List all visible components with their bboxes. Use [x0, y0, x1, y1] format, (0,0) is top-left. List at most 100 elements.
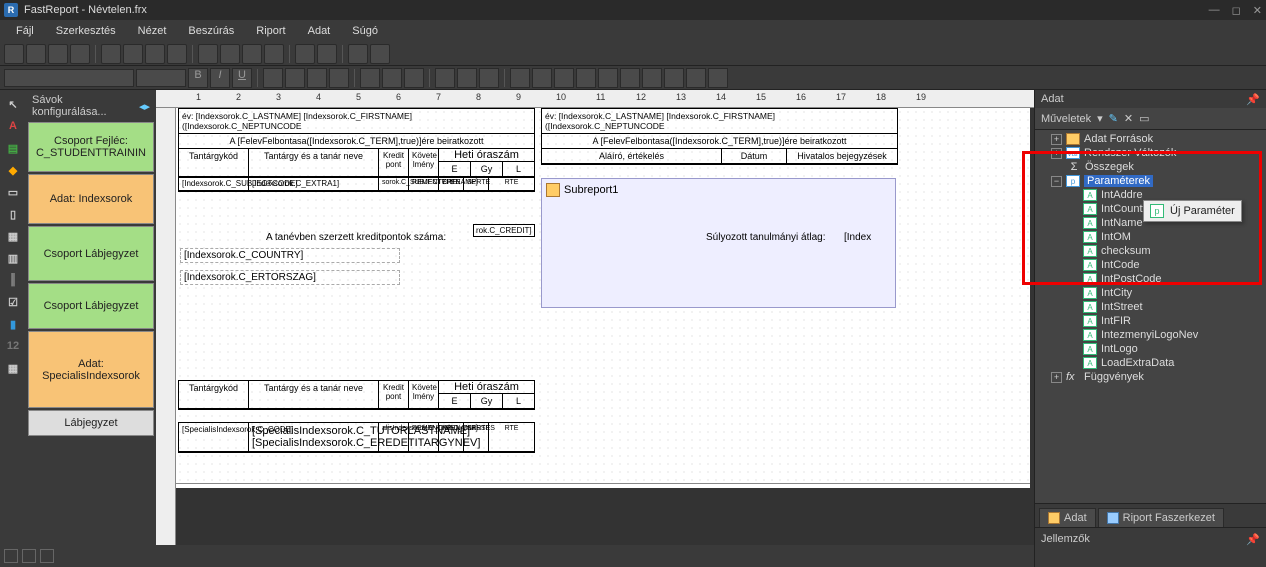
page-setup-button[interactable] [167, 44, 187, 64]
tree-param-4[interactable]: Achecksum [1037, 244, 1264, 258]
data-row-left[interactable]: [Indexsorok.C_SUBJECTCODE] [Indexsorok.C… [178, 176, 535, 192]
new-page-button[interactable] [101, 44, 121, 64]
bold-button[interactable]: B [188, 68, 208, 88]
number-tool[interactable]: 12 [5, 338, 21, 354]
align-right-button[interactable] [307, 68, 327, 88]
context-menu[interactable]: p Új Paraméter [1143, 200, 1242, 222]
avg-label[interactable]: Súlyozott tanulmányi átlag: [706, 232, 826, 243]
cellular-tool[interactable]: ▦ [5, 360, 21, 376]
menu-view[interactable]: Nézet [128, 23, 177, 39]
credit-label[interactable]: A tanévben szerzett kreditpontok száma: [266, 232, 446, 243]
menu-help[interactable]: Súgó [342, 23, 388, 39]
delete-icon[interactable]: ✕ [1124, 112, 1133, 125]
picture-tool[interactable]: ▤ [5, 140, 21, 156]
matrix-tool[interactable]: ▥ [5, 250, 21, 266]
fill-color-button[interactable] [642, 68, 662, 88]
band-data-2[interactable]: Adat: SpecialisIndexsorok [28, 331, 154, 408]
band-data-1[interactable]: Adat: Indexsorok [28, 174, 154, 224]
tree-parameters[interactable]: −pParaméterek [1037, 174, 1264, 188]
line-tool[interactable]: ▭ [5, 184, 21, 200]
group-button[interactable] [348, 44, 368, 64]
band-group-footer-1[interactable]: Csoport Lábjegyzet [28, 226, 154, 281]
band-group-header[interactable]: Csoport Fejléc: C_STUDENTTRAININ [28, 122, 154, 172]
menu-insert[interactable]: Beszúrás [178, 23, 244, 39]
italic-button[interactable]: I [210, 68, 230, 88]
border-width-button[interactable] [686, 68, 706, 88]
tree-param-7[interactable]: AIntCity [1037, 286, 1264, 300]
chart-tool[interactable]: ▮ [5, 316, 21, 332]
credit-value[interactable]: rok.C_CREDIT] [473, 224, 535, 237]
tree-param-12[interactable]: ALoadExtraData [1037, 356, 1264, 370]
field-country[interactable]: [Indexsorok.C_COUNTRY] [180, 248, 400, 263]
band-group-footer-2[interactable]: Csoport Lábjegyzet [28, 283, 154, 329]
border-none-button[interactable] [620, 68, 640, 88]
tree-functions[interactable]: +fxFüggvények [1037, 370, 1264, 384]
align-center-button[interactable] [285, 68, 305, 88]
tree-param-9[interactable]: AIntFIR [1037, 314, 1264, 328]
status-sq-1[interactable] [4, 549, 18, 563]
status-sq-3[interactable] [40, 549, 54, 563]
border-right-button[interactable] [576, 68, 596, 88]
ungroup-button[interactable] [370, 44, 390, 64]
tree-param-5[interactable]: AIntCode [1037, 258, 1264, 272]
font-selector[interactable] [4, 69, 134, 87]
design-canvas[interactable]: év: [Indexsorok.C_LASTNAME] [Indexsorok.… [176, 108, 1030, 488]
preview-button[interactable] [70, 44, 90, 64]
text-tool[interactable]: A [5, 118, 21, 134]
align-justify-button[interactable] [329, 68, 349, 88]
valign-bottom-button[interactable] [404, 68, 424, 88]
border-left-button[interactable] [554, 68, 574, 88]
tree-param-3[interactable]: AIntOM [1037, 230, 1264, 244]
tab-adat[interactable]: Adat [1039, 508, 1096, 527]
edit-icon[interactable]: ✎ [1109, 112, 1118, 125]
tree-param-6[interactable]: AIntPostCode [1037, 272, 1264, 286]
tree-sums[interactable]: ΣÖsszegek [1037, 160, 1264, 174]
delete-page-button[interactable] [145, 44, 165, 64]
redo-button[interactable] [317, 44, 337, 64]
subreport-tool[interactable]: ▯ [5, 206, 21, 222]
copy-button[interactable] [220, 44, 240, 64]
format-painter-button[interactable] [264, 44, 284, 64]
open-button[interactable] [26, 44, 46, 64]
tab-report-tree[interactable]: Riport Faszerkezet [1098, 508, 1224, 527]
minimize-icon[interactable]: — [1209, 4, 1220, 17]
pointer-tool[interactable]: ↖ [5, 96, 21, 112]
valign-top-button[interactable] [360, 68, 380, 88]
border-top-button[interactable] [510, 68, 530, 88]
page-footer[interactable]: [Format("{0:D}",[Date])] Neptun - Egység… [176, 483, 1030, 488]
ops-label[interactable]: Műveletek [1041, 113, 1091, 125]
border-all-button[interactable] [598, 68, 618, 88]
maximize-icon[interactable]: ◻ [1232, 4, 1241, 17]
size-selector[interactable] [136, 69, 186, 87]
avg-value[interactable]: [Index [844, 232, 871, 243]
field-ertorszag[interactable]: [Indexsorok.C_ERTORSZAG] [180, 270, 400, 285]
shape-tool[interactable]: ◆ [5, 162, 21, 178]
tree-param-8[interactable]: AIntStreet [1037, 300, 1264, 314]
header-table-right[interactable]: év: [Indexsorok.C_LASTNAME] [Indexsorok.… [541, 108, 898, 165]
border-color-button[interactable] [664, 68, 684, 88]
dropdown-icon[interactable]: ▾ [1097, 112, 1103, 125]
data-tree[interactable]: +Adat Források +varRendszer Változók ΣÖs… [1035, 130, 1266, 503]
sp-header[interactable]: Tantárgykód Tantárgy és a tanár neve Kre… [178, 380, 535, 410]
table-tool[interactable]: ▦ [5, 228, 21, 244]
text-rotate-button[interactable] [435, 68, 455, 88]
status-sq-2[interactable] [22, 549, 36, 563]
new-dialog-button[interactable] [123, 44, 143, 64]
border-style-button[interactable] [708, 68, 728, 88]
menu-data[interactable]: Adat [298, 23, 341, 39]
collapse-icon[interactable]: ◂▸ [139, 100, 150, 113]
valign-middle-button[interactable] [382, 68, 402, 88]
save-button[interactable] [48, 44, 68, 64]
header-table-left[interactable]: év: [Indexsorok.C_LASTNAME] [Indexsorok.… [178, 108, 535, 178]
band-config-header[interactable]: Sávok konfigurálása... ◂▸ [28, 92, 154, 120]
pin-icon[interactable]: 📌 [1246, 533, 1260, 546]
tree-system-vars[interactable]: +varRendszer Változók [1037, 146, 1264, 160]
subreport-panel[interactable]: Subreport1 [541, 178, 896, 308]
menu-edit[interactable]: Szerkesztés [46, 23, 126, 39]
menu-report[interactable]: Riport [246, 23, 295, 39]
checkbox-tool[interactable]: ☑ [5, 294, 21, 310]
barcode-tool[interactable]: ║ [5, 272, 21, 288]
sp-data-row[interactable]: [SpecialisIndexsorok.C_CODE] [SpecialisI… [178, 422, 535, 453]
pin-icon[interactable]: 📌 [1246, 93, 1260, 106]
close-icon[interactable]: ✕ [1253, 4, 1262, 17]
